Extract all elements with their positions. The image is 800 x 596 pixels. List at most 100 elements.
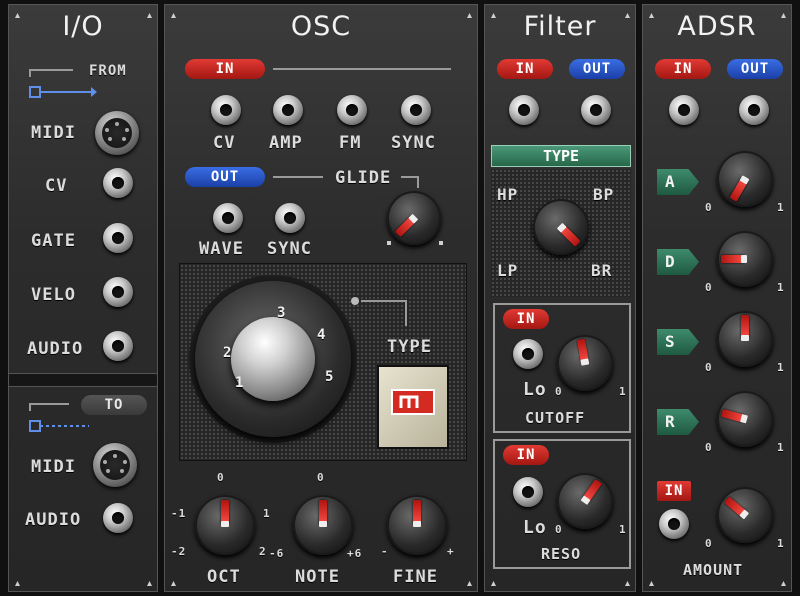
io-velo-label: VELO (31, 285, 76, 305)
synth-module: I/O FROM MIDI CV GATE VELO AUDIO TO MIDI… (0, 0, 800, 596)
audio-out-jack[interactable] (103, 331, 133, 361)
glide-knob[interactable] (387, 191, 441, 245)
filter-out-jack[interactable] (581, 95, 611, 125)
osc-panel: OSC IN CV AMP FM SYNC OUT GLIDE WAVE SYN… (164, 4, 478, 592)
velo-out-jack[interactable] (103, 277, 133, 307)
attack-zero-label: 0 (705, 201, 713, 214)
osc-wave-out-jack[interactable] (213, 203, 243, 233)
filter-out-badge: OUT (569, 59, 625, 79)
oct-max-label: 2 (259, 545, 267, 558)
osc-fm-label: FM (339, 133, 362, 153)
amount-cv-jack[interactable] (659, 509, 689, 539)
release-one-label: 1 (777, 441, 785, 454)
osc-sync2-label: SYNC (267, 239, 312, 259)
cv-out-jack[interactable] (103, 168, 133, 198)
cutoff-lo-label: Lo (523, 379, 547, 400)
io-divider (9, 373, 157, 387)
attack-knob[interactable] (717, 151, 773, 207)
osc-cv-label: CV (213, 133, 236, 153)
oct-knob[interactable] (195, 495, 255, 555)
reso-knob[interactable] (557, 473, 613, 529)
osc-wave-label: WAVE (199, 239, 244, 259)
attack-one-label: 1 (777, 201, 785, 214)
wave-indicator-led (351, 297, 359, 305)
reso-lo-label: Lo (523, 517, 547, 538)
to-label: TO (81, 395, 147, 415)
adsr-gate-in-jack[interactable] (669, 95, 699, 125)
adsr-title: ADSR (677, 11, 757, 42)
sustain-tab: S (657, 329, 699, 355)
osc-title: OSC (290, 11, 352, 42)
cutoff-zero-label: 0 (555, 385, 563, 398)
connect-from-icon (29, 86, 97, 98)
wave-type-label: TYPE (387, 337, 432, 357)
cutoff-cv-jack[interactable] (513, 339, 543, 369)
osc-sync-out-jack[interactable] (275, 203, 305, 233)
fine-knob[interactable] (387, 495, 447, 555)
reso-zero-label: 0 (555, 523, 563, 536)
note-zero-label: 0 (317, 471, 325, 484)
osc-fm-jack[interactable] (337, 95, 367, 125)
note-label: NOTE (295, 567, 340, 587)
filter-bp-label: BP (593, 185, 615, 204)
wave-mark-1: 1 (235, 375, 245, 391)
filter-hp-label: HP (497, 185, 519, 204)
osc-sync-label: SYNC (391, 133, 436, 153)
io-title: I/O (62, 11, 104, 42)
cutoff-one-label: 1 (619, 385, 627, 398)
io-midi2-label: MIDI (31, 457, 76, 477)
wave-type-icon (391, 389, 435, 415)
io-audio-label: AUDIO (27, 339, 84, 359)
wave-mark-5: 5 (325, 369, 335, 385)
filter-type-header: TYPE (491, 145, 631, 167)
midi-in-port[interactable] (95, 111, 139, 155)
decay-one-label: 1 (777, 281, 785, 294)
sustain-one-label: 1 (777, 361, 785, 374)
release-zero-label: 0 (705, 441, 713, 454)
oct-minor-label: -1 (171, 507, 187, 520)
amount-zero-label: 0 (705, 537, 713, 550)
adsr-panel: ADSR IN OUT A 0 1 D 0 1 S 0 1 R 0 1 IN 0… (642, 4, 792, 592)
io-cv-label: CV (45, 176, 68, 196)
cutoff-in-badge: IN (503, 309, 549, 329)
filter-panel: Filter IN OUT TYPE HP BP LP BR IN Lo 0 1… (484, 4, 636, 592)
filter-in-jack[interactable] (509, 95, 539, 125)
osc-amp-jack[interactable] (273, 95, 303, 125)
filter-title: Filter (523, 11, 597, 42)
io-gate-label: GATE (31, 231, 76, 251)
oct-zero-label: 0 (217, 471, 225, 484)
release-knob[interactable] (717, 391, 773, 447)
adsr-env-out-jack[interactable] (739, 95, 769, 125)
osc-out-badge: OUT (185, 167, 265, 187)
note-knob[interactable] (293, 495, 353, 555)
connect-to-icon (29, 420, 89, 432)
osc-cv-jack[interactable] (211, 95, 241, 125)
oct-label: OCT (207, 567, 241, 587)
filter-type-knob[interactable] (533, 199, 589, 255)
wave-mark-2: 2 (223, 345, 233, 361)
oct-plus-label: 1 (263, 507, 271, 520)
amount-knob[interactable] (717, 487, 773, 543)
reso-cv-jack[interactable] (513, 477, 543, 507)
note-max-label: +6 (347, 547, 363, 560)
attack-tab: A (657, 169, 699, 195)
sustain-knob[interactable] (717, 311, 773, 367)
cutoff-knob[interactable] (557, 335, 613, 391)
adsr-out-badge: OUT (727, 59, 783, 79)
reso-label: RESO (541, 545, 582, 563)
osc-sync-in-jack[interactable] (401, 95, 431, 125)
gate-out-jack[interactable] (103, 223, 133, 253)
decay-knob[interactable] (717, 231, 773, 287)
glide-label: GLIDE (335, 168, 392, 188)
fine-label: FINE (393, 567, 438, 587)
osc-amp-label: AMP (269, 133, 303, 153)
decay-zero-label: 0 (705, 281, 713, 294)
filter-lp-label: LP (497, 261, 519, 280)
amount-in-badge: IN (657, 481, 691, 501)
oct-min-label: -2 (171, 545, 187, 558)
note-min-label: -6 (269, 547, 285, 560)
audio-in-jack[interactable] (103, 503, 133, 533)
release-tab: R (657, 409, 699, 435)
cutoff-label: CUTOFF (525, 409, 586, 427)
midi-out-port[interactable] (93, 443, 137, 487)
